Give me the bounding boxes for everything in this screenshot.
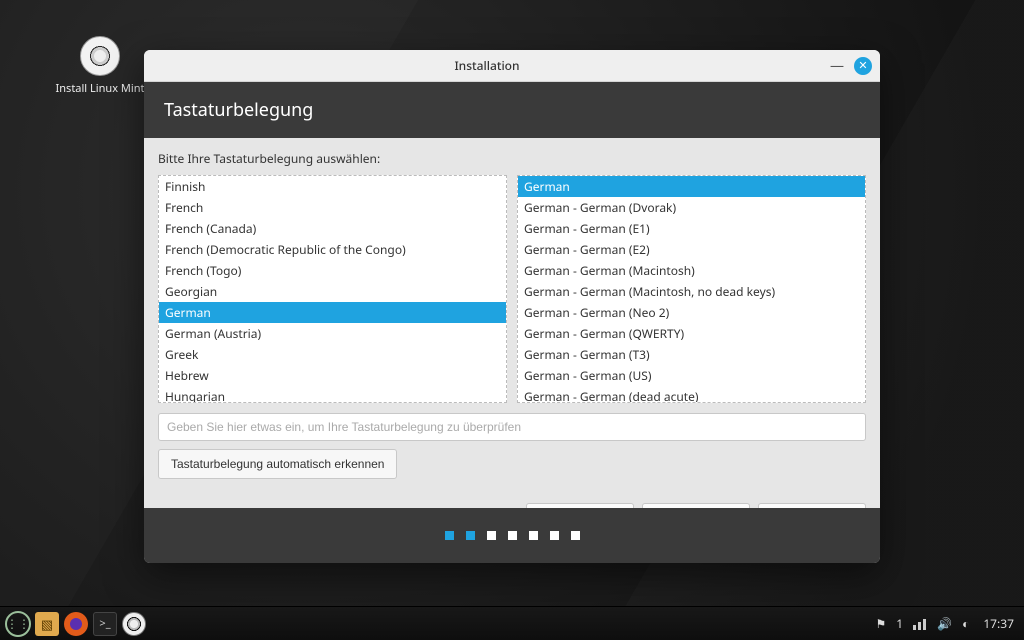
- list-item[interactable]: French (Togo): [159, 260, 506, 281]
- progress-dot: [529, 531, 538, 540]
- progress-dot: [550, 531, 559, 540]
- terminal-launcher[interactable]: >_: [93, 612, 117, 636]
- progress-dot: [571, 531, 580, 540]
- list-item[interactable]: German: [159, 302, 506, 323]
- start-menu-button[interactable]: ⋮⋮: [6, 612, 30, 636]
- keyboard-test-input[interactable]: [158, 413, 866, 441]
- list-item[interactable]: French: [159, 197, 506, 218]
- list-item[interactable]: German - German (QWERTY): [518, 323, 865, 344]
- layout-variant-list[interactable]: GermanGerman - German (Dvorak)German - G…: [517, 175, 866, 403]
- clock[interactable]: 17:37: [983, 615, 1014, 632]
- firefox-launcher[interactable]: [64, 612, 88, 636]
- progress-dot: [466, 531, 475, 540]
- close-button[interactable]: ✕: [854, 57, 872, 75]
- list-item[interactable]: German - German (Macintosh): [518, 260, 865, 281]
- list-item[interactable]: Hebrew: [159, 365, 506, 386]
- folder-icon: ▧: [41, 615, 53, 633]
- disc-icon: [80, 36, 120, 76]
- list-item[interactable]: German - German (E1): [518, 218, 865, 239]
- close-icon: ✕: [858, 58, 867, 73]
- list-item[interactable]: German - German (T3): [518, 344, 865, 365]
- desktop-install-label: Install Linux Mint: [52, 82, 148, 96]
- list-item[interactable]: German - German (E2): [518, 239, 865, 260]
- list-item[interactable]: Hungarian: [159, 386, 506, 403]
- list-item[interactable]: Georgian: [159, 281, 506, 302]
- wizard-content: Bitte Ihre Tastaturbelegung auswählen: F…: [144, 138, 880, 545]
- installer-window: Installation — ✕ Tastaturbelegung Bitte …: [144, 50, 880, 563]
- list-item[interactable]: German - German (Dvorak): [518, 197, 865, 218]
- list-item[interactable]: Finnish: [159, 176, 506, 197]
- progress-dot: [445, 531, 454, 540]
- minimize-button[interactable]: —: [830, 56, 844, 75]
- page-heading: Tastaturbelegung: [164, 98, 860, 122]
- notifications-icon[interactable]: ⚑: [875, 615, 886, 632]
- volume-icon[interactable]: 🔊: [937, 615, 952, 632]
- progress-dots: [144, 508, 880, 563]
- taskbar: ⋮⋮ ▧ >_ ⚑ 1 🔊 ◐ 17:37: [0, 606, 1024, 640]
- list-item[interactable]: German - German (Macintosh, no dead keys…: [518, 281, 865, 302]
- terminal-icon: >_: [99, 616, 110, 631]
- desktop-install-launcher[interactable]: Install Linux Mint: [52, 36, 148, 96]
- progress-dot: [487, 531, 496, 540]
- list-item[interactable]: French (Democratic Republic of the Congo…: [159, 239, 506, 260]
- system-tray: ⚑ 1 🔊 ◐ 17:37: [875, 615, 1018, 632]
- file-manager-launcher[interactable]: ▧: [35, 612, 59, 636]
- network-icon[interactable]: [913, 618, 927, 630]
- power-icon[interactable]: ◐: [962, 615, 969, 632]
- list-item[interactable]: German - German (US): [518, 365, 865, 386]
- list-item[interactable]: German (Austria): [159, 323, 506, 344]
- notification-count[interactable]: 1: [896, 615, 903, 632]
- mint-logo-icon: ⋮⋮: [5, 611, 31, 637]
- list-item[interactable]: Greek: [159, 344, 506, 365]
- titlebar[interactable]: Installation — ✕: [144, 50, 880, 82]
- wizard-header: Tastaturbelegung: [144, 82, 880, 138]
- list-item[interactable]: French (Canada): [159, 218, 506, 239]
- firefox-icon: [70, 618, 82, 630]
- list-item[interactable]: German - German (Neo 2): [518, 302, 865, 323]
- prompt-label: Bitte Ihre Tastaturbelegung auswählen:: [158, 150, 866, 167]
- list-item[interactable]: German - German (dead acute): [518, 386, 865, 403]
- list-item[interactable]: German: [518, 176, 865, 197]
- layout-language-list[interactable]: FinnishFrenchFrench (Canada)French (Demo…: [158, 175, 507, 403]
- disc-icon: [122, 612, 146, 636]
- installer-taskbar-entry[interactable]: [122, 612, 146, 636]
- progress-dot: [508, 531, 517, 540]
- window-title: Installation: [144, 57, 830, 74]
- detect-layout-button[interactable]: Tastaturbelegung automatisch erkennen: [158, 449, 397, 479]
